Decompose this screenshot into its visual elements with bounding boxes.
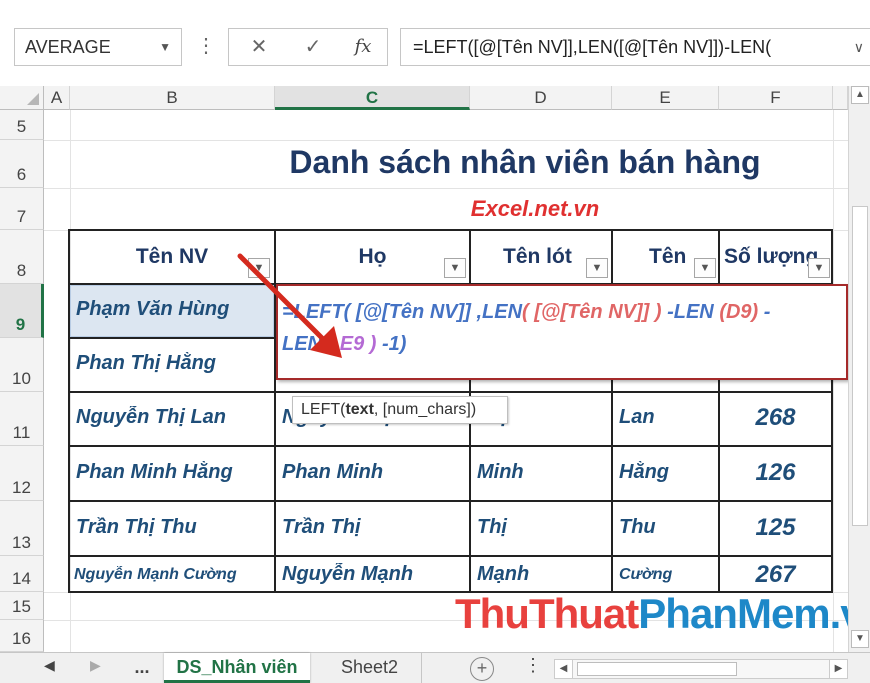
tooltip-current-arg: text: [345, 401, 374, 418]
name-box[interactable]: AVERAGE ▼: [14, 28, 182, 66]
watermark-part: .vn: [829, 590, 848, 637]
select-all-corner[interactable]: [0, 86, 44, 110]
chevron-down-icon[interactable]: ▼: [159, 29, 171, 65]
filter-dropdown-icon[interactable]: ▼: [694, 258, 716, 278]
row-header-6[interactable]: 6: [0, 140, 44, 188]
cell-ten-nv[interactable]: Phan Minh Hằng: [70, 461, 274, 484]
scroll-thumb[interactable]: [577, 662, 737, 676]
scroll-right-icon[interactable]: ▶: [829, 660, 847, 678]
cell-ten-lot[interactable]: Mạnh: [471, 563, 611, 586]
watermark-part: ThuThuat: [455, 590, 639, 637]
red-arrow-icon: [237, 253, 342, 358]
row-header-16[interactable]: 16: [0, 620, 44, 652]
row-header-10[interactable]: 10: [0, 338, 44, 392]
cell-ten[interactable]: Cường: [613, 566, 718, 584]
column-header-f[interactable]: F: [719, 86, 833, 110]
scroll-left-icon[interactable]: ◀: [555, 660, 573, 678]
watermark-logo: ThuThuatPhanMem.vn: [455, 590, 848, 638]
editor-token: ( [@[Tên NV]] ): [522, 301, 662, 323]
more-options-icon[interactable]: ⋮: [524, 655, 542, 676]
scroll-down-icon[interactable]: ▼: [851, 630, 869, 648]
vertical-scrollbar[interactable]: ▲ ▼: [848, 86, 870, 652]
formula-text: =LEFT([@[Tên NV]],LEN([@[Tên NV]])-LEN(: [413, 37, 772, 57]
function-tooltip: LEFT(text, [num_chars]): [292, 396, 508, 424]
more-sheets-button[interactable]: ...: [122, 653, 162, 683]
watermark-part: PhanMem: [638, 590, 830, 637]
cell-ten[interactable]: Thu: [613, 516, 718, 539]
row-header-14[interactable]: 14: [0, 556, 44, 592]
formula-bar-area: AVERAGE ▼ ⋮ ✕ ✓ fx =LEFT([@[Tên NV]],LEN…: [0, 0, 870, 86]
scroll-up-icon[interactable]: ▲: [851, 86, 869, 104]
column-header-e[interactable]: E: [612, 86, 719, 110]
insert-function-icon[interactable]: fx: [343, 29, 383, 65]
row-header-11[interactable]: 11: [0, 392, 44, 446]
expand-formula-icon[interactable]: ∨: [849, 29, 864, 65]
column-header-g[interactable]: [833, 86, 848, 110]
more-options-icon[interactable]: ⋮: [196, 28, 216, 66]
row-header-7[interactable]: 7: [0, 188, 44, 230]
cell-ho[interactable]: Trần Thị: [276, 516, 469, 539]
cell-ho[interactable]: Phan Minh: [276, 461, 469, 484]
name-box-value: AVERAGE: [25, 37, 111, 57]
filter-dropdown-icon[interactable]: ▼: [444, 258, 466, 278]
cell-ten-nv[interactable]: Nguyễn Thị Lan: [70, 406, 274, 429]
cell-ten-nv[interactable]: Nguyễn Mạnh Cường: [70, 566, 274, 584]
add-sheet-button[interactable]: +: [470, 657, 494, 681]
tooltip-rest: , [num_chars]): [373, 401, 477, 418]
cell-so-luong[interactable]: 125: [720, 514, 831, 542]
cell-ten[interactable]: Hằng: [613, 461, 718, 484]
column-header-c[interactable]: C: [275, 86, 470, 110]
column-header-b[interactable]: B: [70, 86, 275, 110]
editor-token: -: [758, 301, 771, 323]
prev-sheet-icon[interactable]: ◀: [44, 657, 55, 674]
row-header-5[interactable]: 5: [0, 110, 44, 140]
column-header-a[interactable]: A: [44, 86, 70, 110]
editor-token: -1): [376, 333, 407, 355]
row-header-8[interactable]: 8: [0, 230, 44, 284]
enter-icon[interactable]: ✓: [293, 29, 333, 65]
editor-token: (D9): [719, 301, 759, 323]
filter-dropdown-icon[interactable]: ▼: [586, 258, 608, 278]
cell-ten-lot[interactable]: Minh: [471, 461, 611, 484]
column-header-d[interactable]: D: [470, 86, 612, 110]
row-header-9[interactable]: 9: [0, 284, 44, 338]
tooltip-function: LEFT(: [301, 401, 346, 418]
sheet-title: Danh sách nhân viên bán hàng: [289, 144, 761, 180]
row-header-12[interactable]: 12: [0, 446, 44, 501]
row-header-13[interactable]: 13: [0, 501, 44, 556]
next-sheet-icon[interactable]: ▶: [90, 657, 101, 674]
cancel-icon[interactable]: ✕: [239, 29, 279, 65]
formula-input[interactable]: =LEFT([@[Tên NV]],LEN([@[Tên NV]])-LEN( …: [400, 28, 870, 66]
sheet-subtitle: Excel.net.vn: [470, 196, 600, 221]
filter-dropdown-icon[interactable]: ▼: [808, 258, 830, 278]
cell-ten-lot[interactable]: Thị: [471, 516, 611, 539]
formula-buttons: ✕ ✓ fx: [228, 28, 388, 66]
sheet-tab-bar: ◀ ▶ ... DS_Nhân viên Sheet2 + ⋮ ◀ ▶: [0, 652, 870, 683]
scroll-thumb[interactable]: [852, 206, 868, 526]
cell-formula-editor[interactable]: =LEFT( [@[Tên NV]] ,LEN( [@[Tên NV]] ) -…: [276, 284, 848, 380]
tab-sheet2[interactable]: Sheet2: [318, 653, 422, 683]
tab-ds-nhan-vien[interactable]: DS_Nhân viên: [164, 653, 310, 683]
editor-line-1: =LEFT( [@[Tên NV]] ,LEN( [@[Tên NV]] ) -…: [282, 296, 842, 328]
worksheet-grid[interactable]: A B C D E F 5 6 7 8 9 10 11 12 13 14 15 …: [0, 86, 848, 652]
cell-so-luong[interactable]: 126: [720, 459, 831, 487]
cell-ten-nv[interactable]: Trần Thị Thu: [70, 516, 274, 539]
cell-ten[interactable]: Lan: [613, 406, 718, 429]
editor-token: -LEN: [661, 301, 720, 323]
editor-line-2: LEN ( E9 ) -1): [282, 328, 842, 360]
horizontal-scrollbar[interactable]: ◀ ▶: [554, 659, 848, 679]
cell-so-luong[interactable]: 268: [720, 404, 831, 432]
cell-so-luong[interactable]: 267: [720, 561, 831, 589]
row-header-15[interactable]: 15: [0, 592, 44, 620]
cell-ho[interactable]: Nguyễn Mạnh: [276, 563, 469, 586]
